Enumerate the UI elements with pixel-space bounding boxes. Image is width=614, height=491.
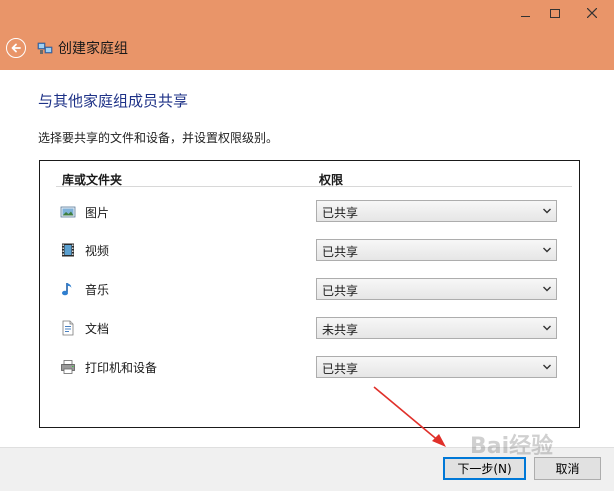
next-button[interactable]: 下一步(N)	[443, 457, 526, 480]
header-divider	[56, 186, 572, 187]
permission-value-pictures: 已共享	[322, 206, 359, 220]
permission-value-music: 已共享	[322, 284, 359, 298]
chevron-down-icon	[543, 364, 551, 370]
back-button[interactable]	[6, 38, 26, 58]
row-label-documents: 文档	[85, 322, 110, 336]
chevron-down-icon	[543, 325, 551, 331]
videos-icon	[62, 243, 74, 257]
permission-select-pictures[interactable]: 已共享	[316, 200, 557, 222]
documents-icon	[62, 320, 74, 336]
permission-value-printers: 已共享	[322, 362, 359, 376]
close-button[interactable]	[570, 0, 614, 26]
cancel-button[interactable]: 取消	[534, 457, 601, 480]
page-description: 选择要共享的文件和设备，并设置权限级别。	[38, 131, 279, 145]
minimize-button[interactable]	[510, 0, 540, 26]
back-arrow-icon	[11, 43, 21, 53]
chevron-down-icon	[543, 208, 551, 214]
homegroup-wizard-window: 创建家庭组 与其他家庭组成员共享 选择要共享的文件和设备，并设置权限级别。 库或…	[0, 0, 614, 491]
permission-value-documents: 未共享	[322, 323, 359, 337]
permission-select-music[interactable]: 已共享	[316, 278, 557, 300]
maximize-button[interactable]	[540, 0, 570, 26]
window-title: 创建家庭组	[58, 41, 128, 57]
printer-icon	[61, 360, 75, 374]
permission-select-videos[interactable]: 已共享	[316, 239, 557, 261]
row-label-pictures: 图片	[85, 206, 110, 220]
row-label-videos: 视频	[85, 244, 110, 258]
pictures-icon	[60, 206, 76, 218]
chevron-down-icon	[543, 247, 551, 253]
close-icon	[587, 8, 597, 18]
row-label-music: 音乐	[85, 283, 110, 297]
minimize-icon	[520, 15, 530, 17]
permission-select-documents[interactable]: 未共享	[316, 317, 557, 339]
page-heading: 与其他家庭组成员共享	[38, 92, 189, 110]
chevron-down-icon	[543, 286, 551, 292]
music-icon	[62, 283, 72, 296]
permission-select-printers[interactable]: 已共享	[316, 356, 557, 378]
title-bar: 创建家庭组	[0, 0, 614, 70]
row-label-printers: 打印机和设备	[85, 361, 158, 375]
homegroup-icon	[37, 42, 53, 54]
permission-value-videos: 已共享	[322, 245, 359, 259]
maximize-icon	[550, 8, 560, 18]
